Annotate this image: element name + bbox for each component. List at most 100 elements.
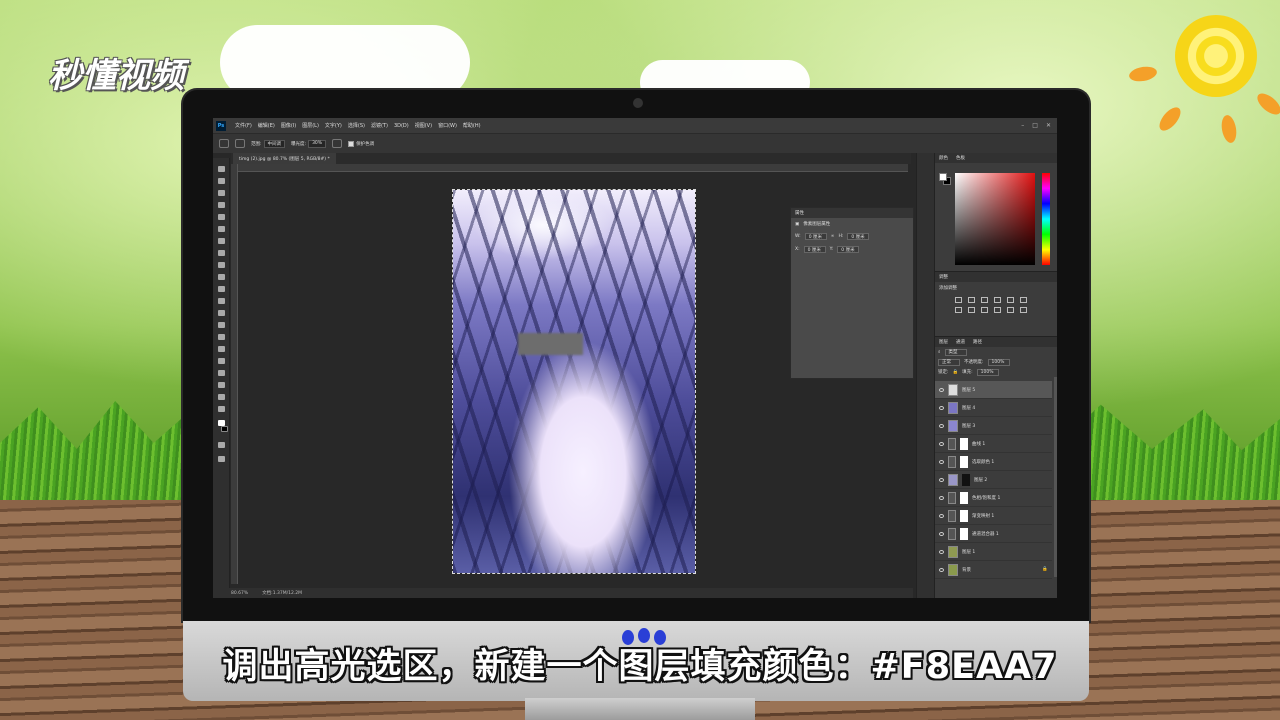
- quick-select-tool-icon[interactable]: [218, 202, 225, 208]
- protect-tones-checkbox[interactable]: [348, 140, 355, 147]
- menu-type[interactable]: 文字(Y): [322, 122, 345, 129]
- lock-icon[interactable]: 🔒: [953, 370, 959, 375]
- quick-mask-icon[interactable]: [218, 442, 225, 448]
- layer-filter-select[interactable]: 类型: [944, 348, 967, 356]
- type-tool-icon[interactable]: [218, 346, 225, 352]
- exposure-icon[interactable]: [994, 297, 1001, 303]
- move-tool-icon[interactable]: [218, 166, 225, 172]
- layer-row[interactable]: 图层 3: [935, 417, 1052, 435]
- healing-tool-icon[interactable]: [218, 238, 225, 244]
- eye-icon[interactable]: [939, 441, 944, 446]
- exposure-input[interactable]: 30%: [308, 139, 327, 148]
- eye-icon[interactable]: [939, 405, 944, 410]
- stamp-tool-icon[interactable]: [218, 262, 225, 268]
- eye-icon[interactable]: [939, 495, 944, 500]
- layers-scrollbar[interactable]: [1054, 377, 1057, 577]
- pen-tool-icon[interactable]: [218, 334, 225, 340]
- layer-row[interactable]: 背景 🔒: [935, 561, 1052, 579]
- layer-row[interactable]: 色相/饱和度 1: [935, 489, 1052, 507]
- menu-view[interactable]: 视图(V): [412, 122, 435, 129]
- layer-row[interactable]: 渐变映射 1: [935, 507, 1052, 525]
- close-icon[interactable]: ✕: [1046, 122, 1051, 129]
- tab-swatches[interactable]: 色板: [956, 155, 965, 161]
- layer-row[interactable]: 图层 2: [935, 471, 1052, 489]
- blur-tool-icon[interactable]: [218, 310, 225, 316]
- zoom-tool-icon[interactable]: [218, 394, 225, 400]
- link-icon[interactable]: ∞: [831, 234, 835, 239]
- maximize-icon[interactable]: □: [1032, 122, 1038, 129]
- y-input[interactable]: 0 厘米: [837, 246, 860, 253]
- eye-icon[interactable]: [939, 531, 944, 536]
- layer-row[interactable]: 图层 5: [935, 381, 1052, 399]
- hue-saturation-icon[interactable]: [1020, 297, 1027, 303]
- menu-layer[interactable]: 图层(L): [299, 122, 322, 129]
- menu-window[interactable]: 窗口(W): [435, 122, 460, 129]
- hue-slider[interactable]: [1042, 173, 1050, 265]
- dodge-tool-icon[interactable]: [219, 139, 229, 148]
- eye-icon[interactable]: [939, 513, 944, 518]
- curves-icon[interactable]: [981, 297, 988, 303]
- brush-tool-icon[interactable]: [218, 250, 225, 256]
- menu-image[interactable]: 图像(I): [278, 122, 299, 129]
- eraser-tool-icon[interactable]: [218, 286, 225, 292]
- eye-icon[interactable]: [939, 549, 944, 554]
- eye-icon[interactable]: [939, 567, 944, 572]
- layer-row[interactable]: 选取颜色 1: [935, 453, 1052, 471]
- black-white-icon[interactable]: [968, 307, 975, 313]
- dodge-tool-icon[interactable]: [218, 322, 225, 328]
- layer-row[interactable]: 曲线 1: [935, 435, 1052, 453]
- height-input[interactable]: 0 厘米: [847, 233, 870, 240]
- menu-file[interactable]: 文件(F): [232, 122, 255, 129]
- lasso-tool-icon[interactable]: [218, 190, 225, 196]
- color-picker-field[interactable]: [955, 173, 1035, 265]
- levels-icon[interactable]: [968, 297, 975, 303]
- eye-icon[interactable]: [939, 387, 944, 392]
- color-balance-icon[interactable]: [955, 307, 962, 313]
- shape-tool-icon[interactable]: [218, 370, 225, 376]
- layer-row[interactable]: 图层 4: [935, 399, 1052, 417]
- background-color-swatch[interactable]: [221, 426, 228, 432]
- range-select[interactable]: 中间调: [263, 139, 286, 148]
- photo-filter-icon[interactable]: [981, 307, 988, 313]
- fill-input[interactable]: 100%: [976, 368, 999, 376]
- menu-help[interactable]: 帮助(H): [460, 122, 484, 129]
- vibrance-icon[interactable]: [1007, 297, 1014, 303]
- opacity-input[interactable]: 100%: [987, 358, 1010, 366]
- tab-channels[interactable]: 通道: [956, 339, 965, 345]
- document-image[interactable]: [452, 189, 696, 574]
- history-brush-icon[interactable]: [218, 274, 225, 280]
- layer-row[interactable]: 图层 1: [935, 543, 1052, 561]
- minimize-icon[interactable]: –: [1021, 122, 1024, 129]
- marquee-tool-icon[interactable]: [218, 178, 225, 184]
- tab-paths[interactable]: 路径: [973, 339, 982, 345]
- width-input[interactable]: 0 厘米: [804, 233, 827, 240]
- tab-layers[interactable]: 图层: [939, 339, 948, 345]
- tab-color[interactable]: 颜色: [939, 155, 948, 161]
- crop-tool-icon[interactable]: [218, 214, 225, 220]
- gradient-tool-icon[interactable]: [218, 298, 225, 304]
- menu-3d[interactable]: 3D(D): [391, 123, 412, 129]
- eye-icon[interactable]: [939, 423, 944, 428]
- screen-mode-icon[interactable]: [218, 456, 225, 462]
- blend-mode-select[interactable]: 正常: [938, 358, 960, 366]
- hand-tool-icon[interactable]: [218, 382, 225, 388]
- eye-icon[interactable]: [939, 459, 944, 464]
- path-select-tool-icon[interactable]: [218, 358, 225, 364]
- zoom-level[interactable]: 80.67%: [231, 591, 248, 596]
- x-input[interactable]: 0 厘米: [803, 246, 826, 253]
- menu-filter[interactable]: 滤镜(T): [368, 122, 391, 129]
- eyedropper-tool-icon[interactable]: [218, 226, 225, 232]
- invert-icon[interactable]: [1020, 307, 1027, 313]
- foreground-color-chip[interactable]: [939, 173, 947, 181]
- layer-row[interactable]: 通道混合器 1: [935, 525, 1052, 543]
- more-tools-icon[interactable]: [218, 406, 225, 412]
- eye-icon[interactable]: [939, 477, 944, 482]
- brush-preset-icon[interactable]: [235, 139, 245, 148]
- document-tab[interactable]: timg (2).jpg @ 80.7% (图层 5, RGB/8#) *: [233, 153, 336, 164]
- menu-select[interactable]: 选择(S): [345, 122, 368, 129]
- airbrush-icon[interactable]: [332, 139, 343, 148]
- color-lookup-icon[interactable]: [1007, 307, 1014, 313]
- tab-adjustments[interactable]: 调整: [939, 274, 948, 280]
- channel-mixer-icon[interactable]: [994, 307, 1001, 313]
- menu-edit[interactable]: 编辑(E): [255, 122, 278, 129]
